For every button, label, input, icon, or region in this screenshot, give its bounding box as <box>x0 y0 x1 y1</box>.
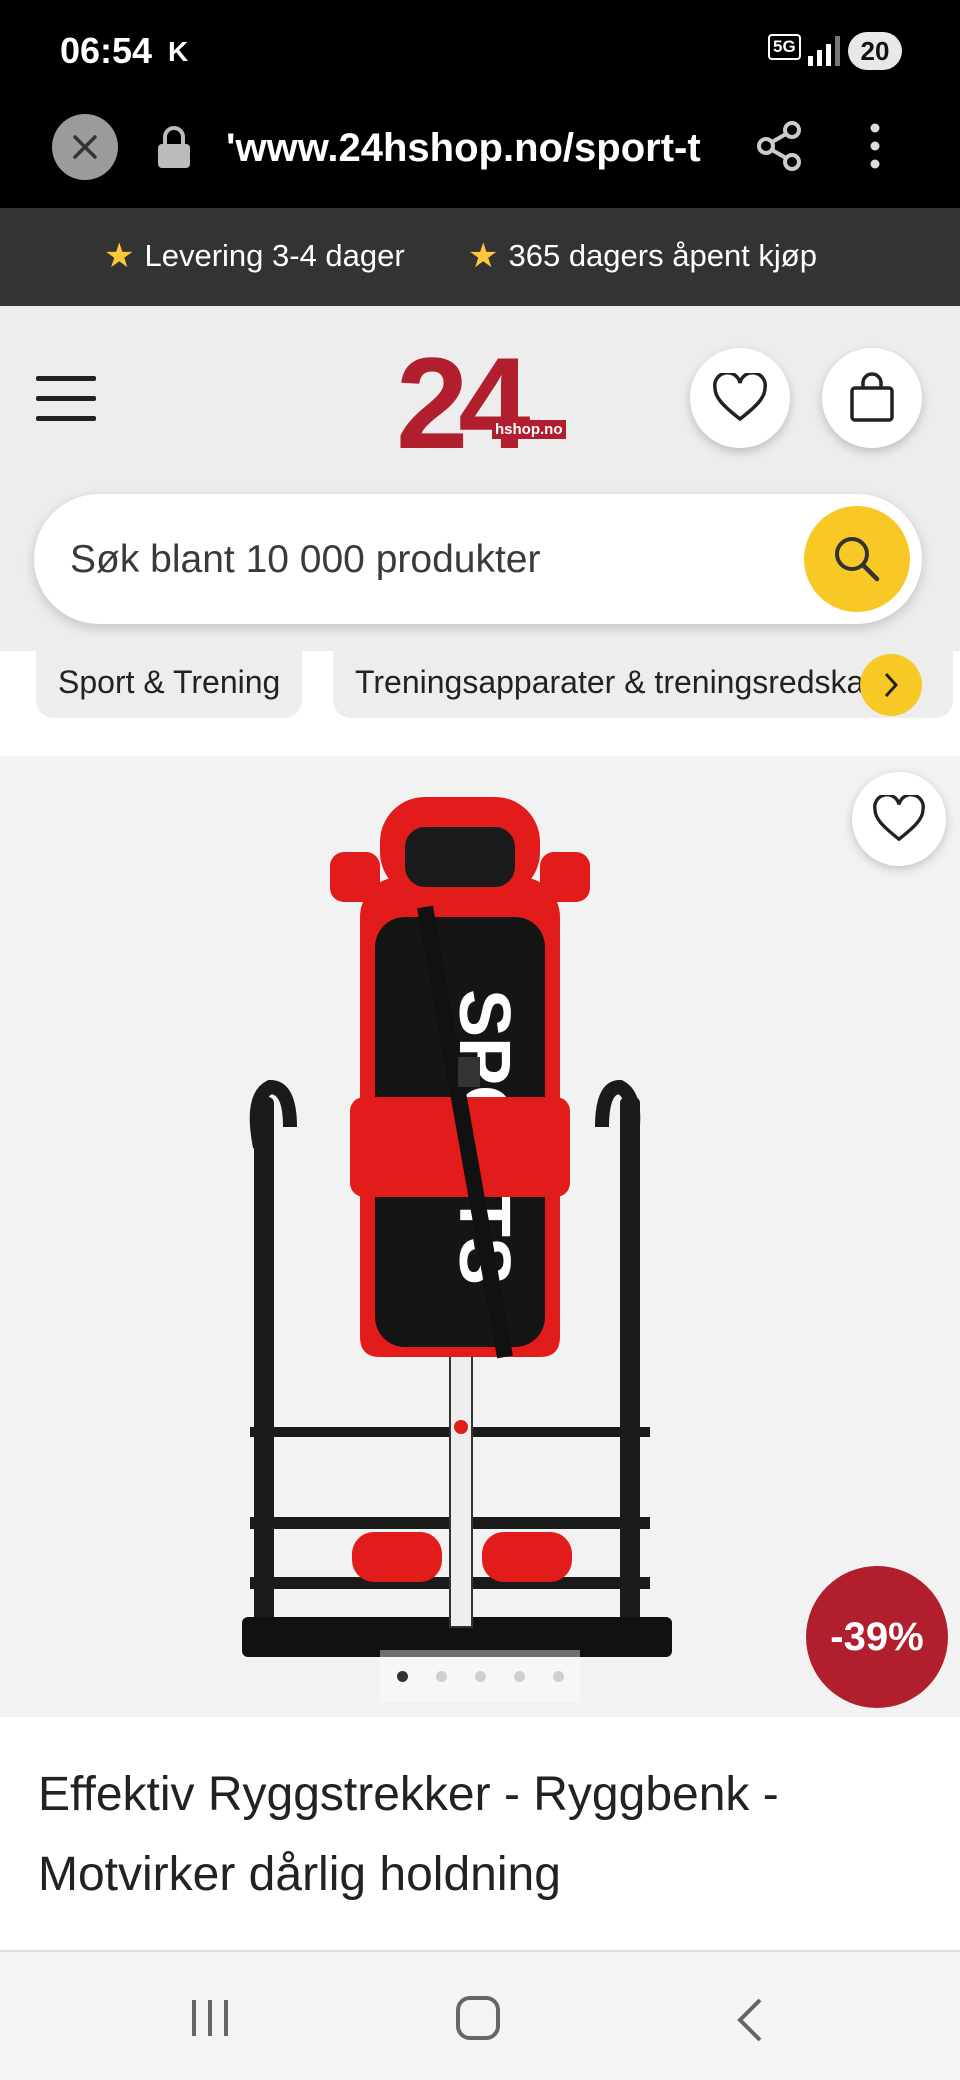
menu-icon[interactable] <box>36 374 98 424</box>
search-icon <box>835 537 880 582</box>
pagination-dot[interactable] <box>474 1670 486 1682</box>
shopping-bag-icon <box>850 372 894 422</box>
promo-item: ★ 365 dagers åpent kjøp <box>468 236 817 276</box>
star-icon: ★ <box>468 237 499 275</box>
image-pagination <box>380 1650 580 1702</box>
home-icon[interactable] <box>456 1996 500 2040</box>
close-tab-button[interactable] <box>52 114 118 180</box>
close-icon <box>73 135 97 159</box>
promo-item: ★ Levering 3-4 dager <box>104 236 405 276</box>
recent-apps-icon[interactable] <box>188 1998 232 2038</box>
share-icon[interactable] <box>756 120 804 172</box>
favorite-button[interactable] <box>852 772 946 866</box>
star-icon: ★ <box>104 237 135 275</box>
cart-button[interactable] <box>822 348 922 448</box>
network-5g-icon: 5G <box>768 34 801 60</box>
site-logo[interactable]: 24 hshop.no <box>396 330 566 476</box>
search-input[interactable] <box>70 530 770 590</box>
system-navigation-bar <box>0 1950 960 2080</box>
wishlist-button[interactable] <box>690 348 790 448</box>
more-options-icon[interactable] <box>860 120 890 172</box>
battery-icon: 20 <box>848 32 902 70</box>
promo-bar: ★ Levering 3-4 dager ★ 365 dagers åpent … <box>0 208 960 306</box>
logo-subtext: hshop.no <box>492 420 566 439</box>
url-bar[interactable]: 'www.24hshop.no/sport-t <box>226 118 716 178</box>
product-image: SPORTS <box>242 797 672 1657</box>
discount-badge: -39% <box>806 1566 948 1708</box>
carrier-mark: K <box>168 36 189 67</box>
pagination-dot[interactable] <box>513 1670 525 1682</box>
search-button[interactable] <box>804 506 910 612</box>
back-icon[interactable] <box>730 1996 770 2044</box>
status-time: 06:54 <box>60 30 153 71</box>
product-image-gallery[interactable]: SPORTS <box>0 757 960 1717</box>
search-bar[interactable] <box>34 494 922 624</box>
product-title: Effektiv Ryggstrekker - Ryggbenk - Motvi… <box>38 1768 779 1901</box>
pagination-dot[interactable] <box>435 1670 447 1682</box>
chevron-right-icon <box>884 672 899 698</box>
pagination-dot[interactable] <box>552 1670 564 1682</box>
breadcrumb-item[interactable]: Sport & Trening <box>36 651 303 718</box>
pagination-dot[interactable] <box>396 1670 408 1682</box>
promo-text: 365 dagers åpent kjøp <box>508 238 817 273</box>
lock-icon[interactable] <box>156 124 192 170</box>
logo-number: 24 <box>396 330 531 476</box>
promo-text: Levering 3-4 dager <box>144 238 405 273</box>
status-bar: 06:54 K 5G 20 <box>0 0 960 100</box>
signal-icon <box>808 36 840 66</box>
heart-icon <box>873 795 925 842</box>
breadcrumb-scroll-button[interactable] <box>860 654 922 716</box>
breadcrumb: Sport & Trening Treningsapparater & tren… <box>0 651 960 756</box>
product-info: Effektiv Ryggstrekker - Ryggbenk - Motvi… <box>0 1717 960 1950</box>
heart-icon <box>713 373 767 422</box>
